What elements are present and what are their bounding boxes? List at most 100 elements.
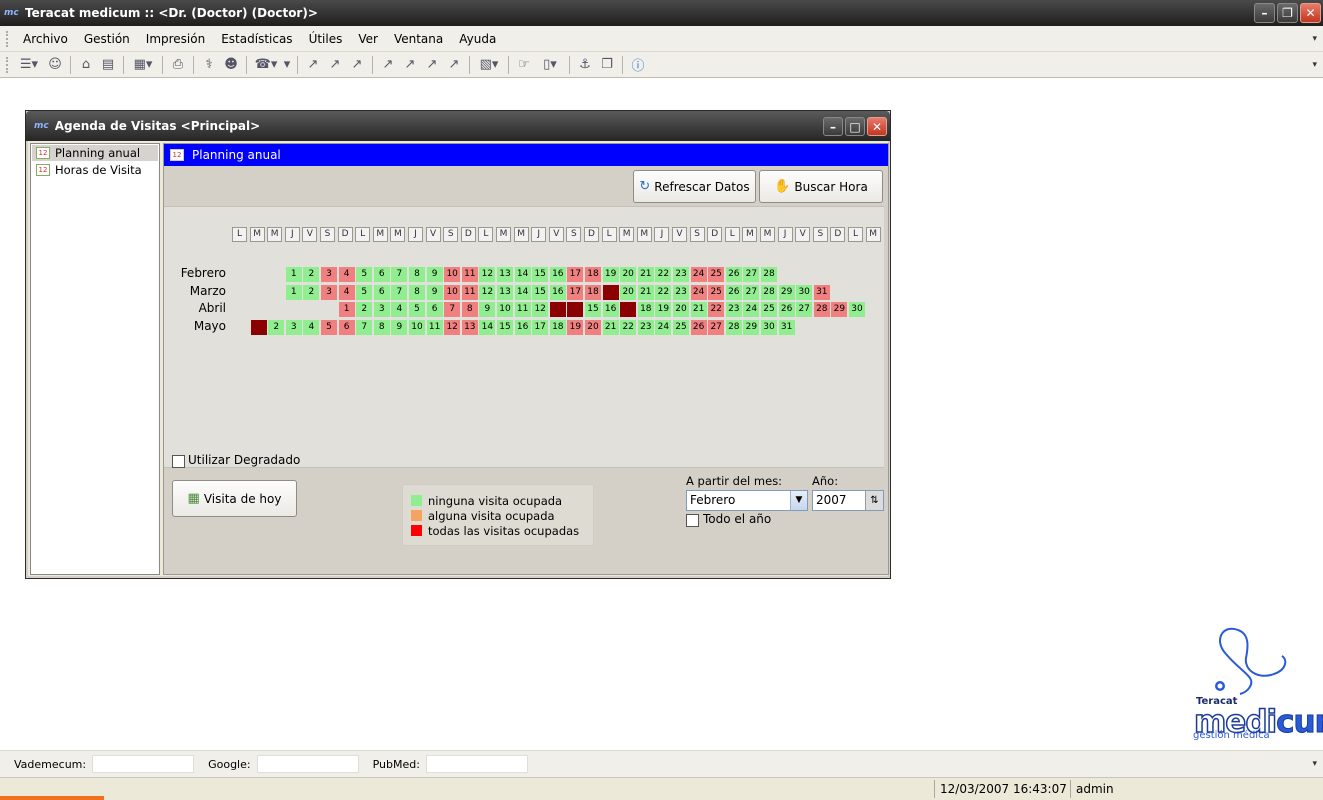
day-cell[interactable]: 21 — [690, 302, 707, 317]
hand-icon[interactable]: ☞ — [514, 55, 534, 75]
day-cell[interactable]: 10 — [497, 302, 513, 317]
today-visit-button[interactable]: ▦ Visita de hoy — [172, 480, 297, 517]
menu-ayuda[interactable]: Ayuda — [451, 32, 504, 46]
day-cell[interactable]: 25 — [708, 285, 725, 300]
day-cell[interactable]: 26 — [725, 267, 742, 282]
day-cell[interactable]: 20 — [620, 285, 637, 300]
day-cell[interactable]: 19 — [655, 302, 672, 317]
day-cell[interactable]: 21 — [602, 320, 619, 335]
day-cell[interactable]: 31 — [778, 320, 795, 335]
day-cell[interactable]: 1 — [338, 302, 355, 317]
day-cell[interactable]: 17 — [567, 285, 584, 300]
day-cell[interactable]: 29 — [831, 302, 848, 317]
year-spinner[interactable]: 2007 ⇅ — [812, 490, 884, 511]
day-cell[interactable]: 22 — [655, 285, 672, 300]
chart-7-icon[interactable]: ↗ — [444, 55, 464, 75]
day-cell[interactable]: 9 — [426, 285, 443, 300]
calendar-icon[interactable]: ▦▾ — [129, 55, 157, 75]
day-cell[interactable]: 23 — [673, 285, 689, 300]
day-cell[interactable]: 9 — [391, 320, 408, 335]
menu-archivo[interactable]: Archivo — [15, 32, 76, 46]
chart-icon[interactable]: ↗ — [303, 55, 323, 75]
chevron-down-icon[interactable]: ▼ — [790, 491, 807, 510]
search-hour-button[interactable]: ✋ Buscar Hora — [759, 170, 883, 203]
day-cell[interactable]: 25 — [673, 320, 689, 335]
day-cell[interactable]: 4 — [303, 320, 320, 335]
day-cell[interactable]: 4 — [391, 302, 408, 317]
chart-2-icon[interactable]: ↗ — [325, 55, 345, 75]
stethoscope-icon[interactable]: ⚕ — [199, 55, 219, 75]
day-cell[interactable]: 25 — [761, 302, 777, 317]
day-cell[interactable]: 1 — [250, 320, 267, 335]
day-cell[interactable]: 13 — [549, 302, 566, 317]
day-cell[interactable]: 26 — [725, 285, 742, 300]
day-cell[interactable]: 18 — [585, 285, 601, 300]
day-cell[interactable]: 28 — [761, 285, 777, 300]
day-cell[interactable]: 10 — [409, 320, 425, 335]
new-record-icon[interactable]: ☰▾ — [15, 55, 43, 75]
day-cell[interactable]: 26 — [778, 302, 795, 317]
chevron-down-icon[interactable]: ▾ — [1312, 60, 1317, 70]
day-cell[interactable]: 11 — [461, 285, 478, 300]
day-cell[interactable]: 11 — [461, 267, 478, 282]
day-cell[interactable]: 25 — [708, 267, 725, 282]
user-icon[interactable]: ☺ — [45, 55, 65, 75]
close-button[interactable]: ✕ — [867, 117, 887, 136]
day-cell[interactable]: 22 — [655, 267, 672, 282]
day-cell[interactable]: 10 — [444, 267, 461, 282]
day-cell[interactable]: 1 — [285, 285, 302, 300]
day-cell[interactable]: 2 — [268, 320, 285, 335]
day-cell[interactable]: 22 — [708, 302, 725, 317]
day-cell[interactable]: 18 — [637, 302, 654, 317]
chart-3-icon[interactable]: ↗ — [347, 55, 367, 75]
day-cell[interactable]: 8 — [461, 302, 478, 317]
help-icon[interactable]: ⓘ — [628, 55, 648, 75]
vademecum-input[interactable] — [92, 755, 195, 773]
day-cell[interactable]: 14 — [479, 320, 496, 335]
restore-button[interactable]: ❐ — [1277, 3, 1298, 23]
day-cell[interactable]: 4 — [338, 285, 355, 300]
day-cell[interactable]: 19 — [602, 285, 619, 300]
day-cell[interactable]: 8 — [373, 320, 390, 335]
home-icon[interactable]: ⌂ — [76, 55, 96, 75]
day-cell[interactable]: 16 — [602, 302, 619, 317]
day-cell[interactable]: 28 — [761, 267, 777, 282]
gradient-checkbox[interactable] — [172, 455, 185, 468]
day-cell[interactable]: 3 — [285, 320, 302, 335]
day-cell[interactable]: 27 — [796, 302, 813, 317]
maximize-button[interactable]: □ — [845, 117, 865, 136]
day-cell[interactable]: 19 — [567, 320, 584, 335]
day-cell[interactable]: 30 — [849, 302, 865, 317]
day-cell[interactable]: 17 — [532, 320, 549, 335]
day-cell[interactable]: 24 — [655, 320, 672, 335]
day-cell[interactable]: 9 — [479, 302, 496, 317]
day-cell[interactable]: 3 — [321, 285, 337, 300]
print-icon[interactable]: ⎙ — [168, 55, 188, 75]
day-cell[interactable]: 5 — [409, 302, 425, 317]
day-cell[interactable]: 8 — [409, 285, 425, 300]
day-cell[interactable]: 7 — [444, 302, 461, 317]
day-cell[interactable]: 3 — [373, 302, 390, 317]
tree-item-planning-anual[interactable]: 12 Planning anual — [32, 145, 158, 161]
link-icon[interactable]: ⚓ — [575, 55, 595, 75]
menu-utiles[interactable]: Útiles — [301, 32, 351, 46]
day-cell[interactable]: 16 — [549, 285, 566, 300]
day-cell[interactable]: 7 — [391, 285, 408, 300]
day-cell[interactable]: 22 — [620, 320, 637, 335]
report-icon[interactable]: ▧▾ — [475, 55, 503, 75]
day-cell[interactable]: 2 — [303, 267, 320, 282]
chevron-down-icon[interactable]: ▾ — [1312, 34, 1317, 44]
menu-estadisticas[interactable]: Estadísticas — [213, 32, 300, 46]
day-cell[interactable]: 15 — [532, 285, 549, 300]
day-cell[interactable]: 5 — [321, 320, 337, 335]
day-cell[interactable]: 27 — [743, 267, 760, 282]
minimize-button[interactable]: – — [1254, 3, 1275, 23]
day-cell[interactable]: 6 — [426, 302, 443, 317]
day-cell[interactable]: 13 — [461, 320, 478, 335]
day-cell[interactable]: 20 — [620, 267, 637, 282]
day-cell[interactable]: 5 — [356, 267, 373, 282]
close-button[interactable]: ✕ — [1300, 3, 1321, 23]
day-cell[interactable]: 30 — [761, 320, 777, 335]
chart-5-icon[interactable]: ↗ — [400, 55, 420, 75]
day-cell[interactable]: 7 — [356, 320, 373, 335]
